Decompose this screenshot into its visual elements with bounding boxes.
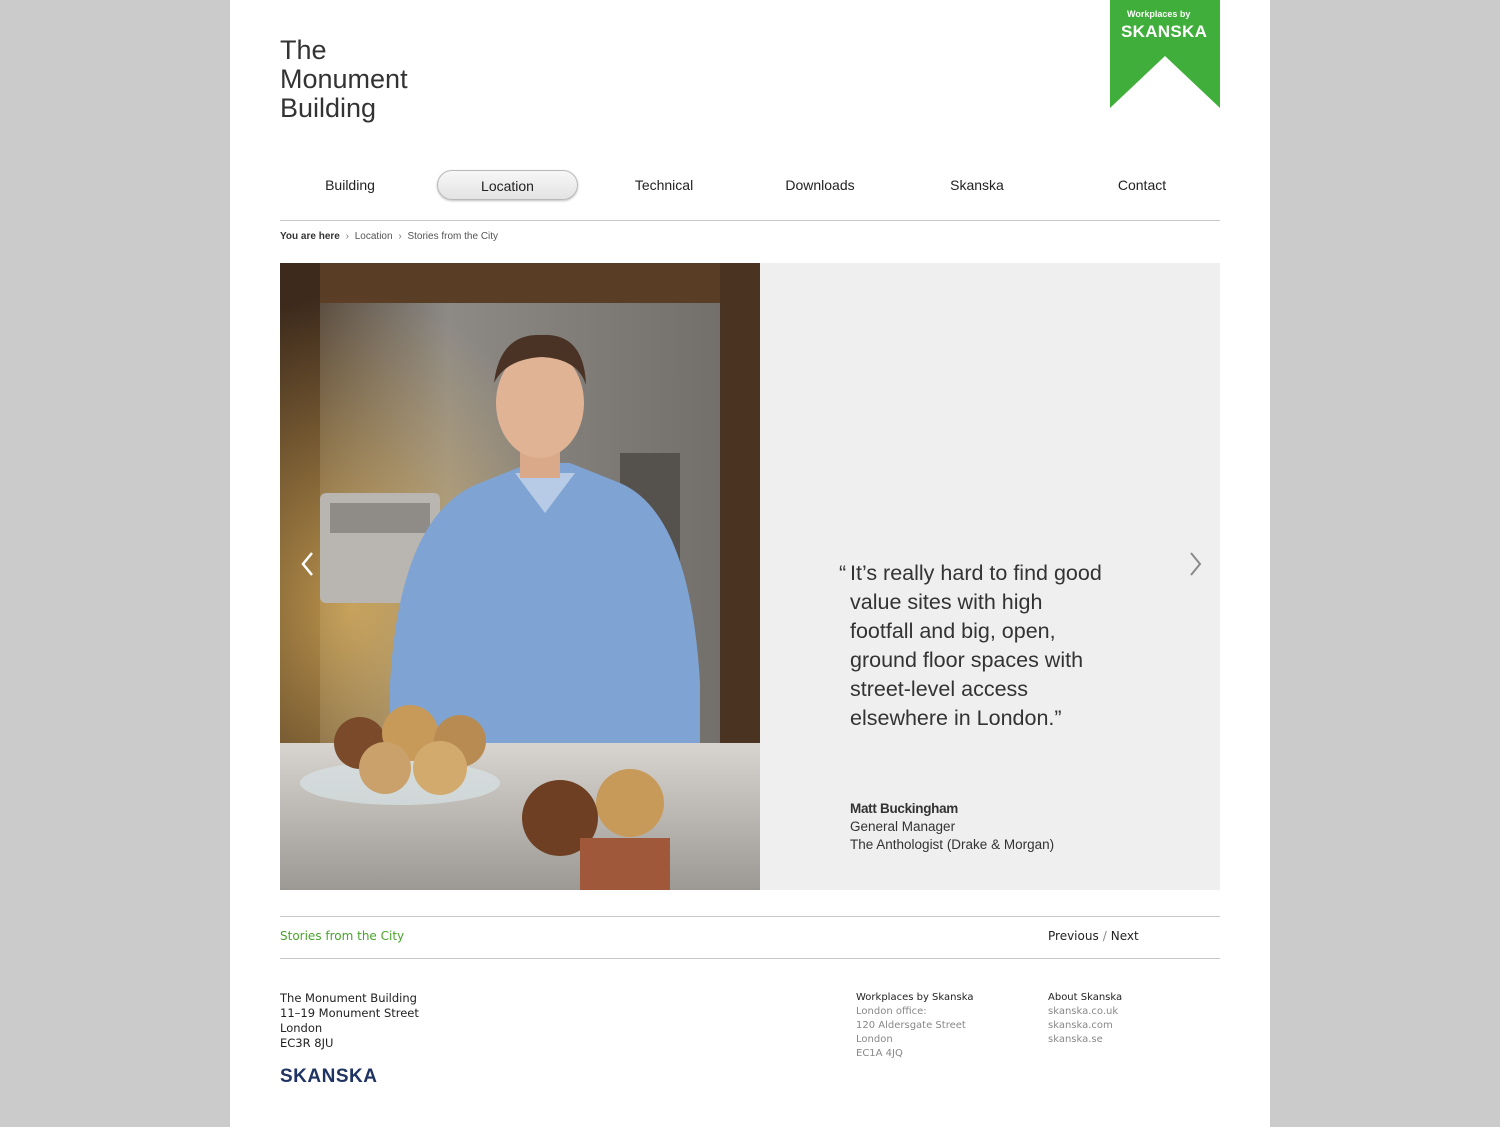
chevron-left-icon[interactable] — [298, 549, 318, 579]
page: The Monument Building Workplaces by SKAN… — [230, 0, 1270, 1127]
breadcrumb-location[interactable]: Location — [355, 231, 393, 242]
author-organisation: The Anthologist (Drake & Morgan) — [850, 837, 1055, 852]
section-title-link[interactable]: Stories from the City — [280, 929, 404, 943]
chevron-right-icon[interactable] — [1185, 549, 1205, 579]
breadcrumb: You are here › Location › Stories from t… — [280, 231, 498, 242]
footer-about-column: About Skanska skanska.co.uk skanska.com … — [1048, 991, 1122, 1047]
address-line: EC3R 8JU — [280, 1036, 334, 1050]
breadcrumb-current: Stories from the City — [407, 231, 499, 242]
testimonial-author: Matt Buckingham General Manager The Anth… — [850, 800, 1054, 854]
divider — [280, 220, 1220, 221]
portrait-photo — [280, 263, 760, 890]
pager-separator: / — [1102, 929, 1107, 943]
nav-skanska[interactable]: Skanska — [907, 170, 1047, 200]
site-title-line: Monument — [280, 64, 408, 94]
quote-open-mark: “ — [839, 561, 847, 585]
footer-link[interactable]: skanska.se — [1048, 1033, 1122, 1047]
author-role: General Manager — [850, 819, 956, 834]
nav-location[interactable]: Location — [437, 170, 578, 200]
site-title-line: The — [280, 35, 327, 65]
portrait-photo-illustration — [280, 263, 760, 890]
site-title[interactable]: The Monument Building — [280, 36, 408, 123]
skanska-ribbon-logo[interactable]: Workplaces by SKANSKA — [1110, 0, 1220, 108]
address-line: London — [280, 1021, 323, 1035]
next-link[interactable]: Next — [1111, 929, 1139, 943]
footer-heading: Workplaces by Skanska — [856, 992, 974, 1003]
skanska-footer-logo[interactable]: SKANSKA — [280, 1066, 377, 1088]
quote-text: It’s really hard to find good value site… — [850, 561, 1102, 730]
address-line: 11–19 Monument Street — [280, 1006, 419, 1020]
breadcrumb-label: You are here — [280, 231, 340, 242]
footer-heading: About Skanska — [1048, 992, 1123, 1003]
pager: Previous / Next — [1048, 929, 1139, 943]
breadcrumb-separator: › — [345, 231, 349, 242]
testimonial-quote: “ It’s really hard to find good value si… — [839, 559, 1110, 733]
footer-line: EC1A 4JQ — [856, 1048, 903, 1059]
address-line: The Monument Building — [280, 991, 417, 1005]
ribbon-tagline: Workplaces by — [1127, 9, 1191, 19]
footer-office-column: Workplaces by Skanska London office: 120… — [856, 991, 973, 1061]
nav-technical[interactable]: Technical — [594, 170, 734, 200]
nav-downloads[interactable]: Downloads — [750, 170, 890, 200]
divider — [280, 958, 1220, 959]
footer-link[interactable]: skanska.com — [1048, 1019, 1122, 1033]
building-address: The Monument Building 11–19 Monument Str… — [280, 991, 419, 1051]
testimonial-slider: “ It’s really hard to find good value si… — [280, 263, 1220, 890]
footer-line: London office: — [856, 1006, 927, 1017]
footer-link[interactable]: skanska.co.uk — [1048, 1005, 1122, 1019]
footer-line: London — [856, 1034, 893, 1045]
divider — [280, 916, 1220, 917]
nav-contact[interactable]: Contact — [1072, 170, 1212, 200]
ribbon-brand: SKANSKA — [1121, 22, 1208, 41]
author-name: Matt Buckingham — [850, 801, 959, 816]
previous-link[interactable]: Previous — [1048, 929, 1099, 943]
main-nav: Building Location Technical Downloads Sk… — [280, 170, 1220, 202]
breadcrumb-separator: › — [398, 231, 402, 242]
footer-line: 120 Aldersgate Street — [856, 1020, 966, 1031]
nav-building[interactable]: Building — [280, 170, 420, 200]
site-title-line: Building — [280, 93, 377, 123]
